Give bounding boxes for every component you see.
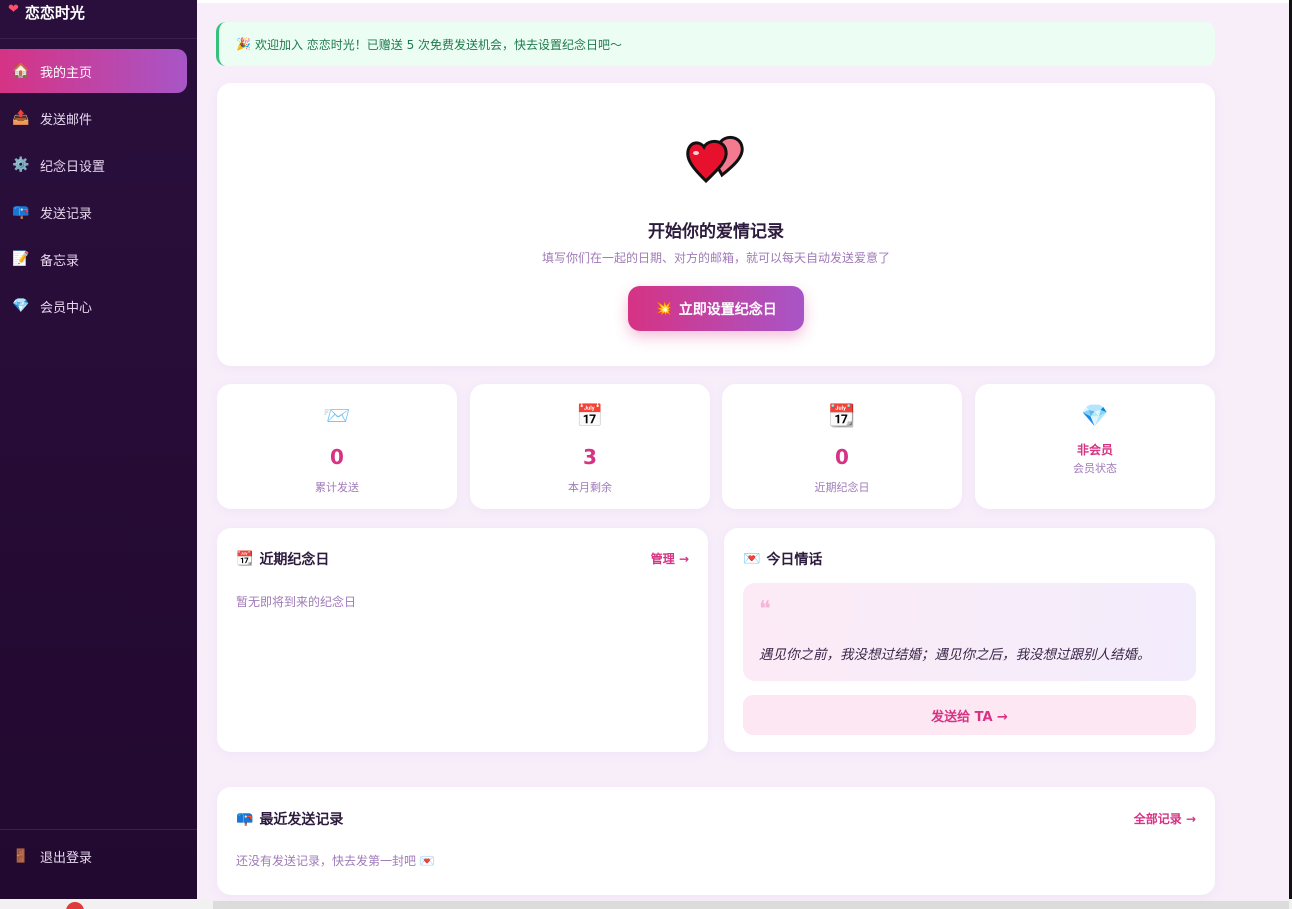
calendar-icon: 📆 [236, 551, 254, 567]
heart-icon: ❤ [8, 2, 19, 17]
sidebar-item-label: 我的主页 [40, 65, 93, 81]
top-edge [197, 0, 1289, 3]
sidebar-item-send-mail[interactable]: 📤 发送邮件 [0, 96, 187, 140]
spiral-calendar-icon: 📆 [828, 404, 856, 429]
sidebar-item-anniversary-settings[interactable]: ⚙️ 纪念日设置 [0, 143, 187, 187]
sidebar-nav: 🏠 我的主页 📤 发送邮件 ⚙️ 纪念日设置 📪 发送记录 📝 备忘录 💎 会员… [0, 39, 197, 328]
sidebar-item-label: 发送记录 [40, 206, 93, 222]
stat-label: 会员状态 [1073, 462, 1117, 475]
sidebar: ❤ 恋恋时光 🏠 我的主页 📤 发送邮件 ⚙️ 纪念日设置 📪 发送记录 📝 备… [0, 0, 197, 899]
stat-membership: 💎 非会员 会员状态 [975, 384, 1215, 509]
today-love-words-panel: 💌 今日情话 ❝ 遇见你之前，我没想过结婚；遇见你之后，我没想过跟别人结婚。 发… [724, 528, 1215, 752]
door-icon: 🚪 [12, 849, 30, 864]
sidebar-item-label: 会员中心 [40, 300, 93, 316]
outbox-icon: 📤 [12, 110, 30, 126]
logout-label: 退出登录 [40, 851, 93, 866]
setup-anniversary-button[interactable]: 💥 立即设置纪念日 [628, 286, 804, 331]
empty-message: 暂无即将到来的纪念日 [236, 595, 357, 609]
sidebar-item-membership[interactable]: 💎 会员中心 [0, 284, 187, 328]
stat-total-sent: 📨 0 累计发送 [217, 384, 457, 509]
horizontal-scrollbar[interactable] [0, 899, 1292, 909]
empty-message: 还没有发送记录，快去发第一封吧 💌 [236, 852, 435, 869]
sidebar-item-label: 发送邮件 [40, 112, 93, 128]
panel-title-text: 最近发送记录 [259, 812, 344, 828]
stat-label: 累计发送 [315, 481, 359, 494]
stat-label: 近期纪念日 [814, 481, 870, 494]
panel-title-text: 今日情话 [766, 552, 823, 568]
diamond-icon: 💎 [12, 298, 30, 314]
membership-status: 非会员 [1076, 443, 1113, 457]
stat-month-remaining: 📅 3 本月剩余 [470, 384, 710, 509]
panel-title: 💌 今日情话 [743, 549, 822, 569]
memo-icon: 📝 [12, 251, 30, 267]
sidebar-item-label: 纪念日设置 [40, 159, 106, 175]
upcoming-anniversaries-panel: 📆 近期纪念日 管理 → 暂无即将到来的纪念日 [217, 528, 708, 752]
quote-mark-icon: ❝ [759, 597, 771, 622]
hero-card: 开始你的爱情记录 填写你们在一起的日期、对方的邮箱，就可以每天自动发送爱意了 💥… [217, 83, 1215, 366]
quote-box: ❝ 遇见你之前，我没想过结婚；遇见你之后，我没想过跟别人结婚。 [743, 583, 1196, 681]
stat-label: 本月剩余 [568, 481, 612, 494]
sidebar-item-label: 备忘录 [40, 253, 80, 269]
mailbox-icon: 📪 [236, 811, 254, 827]
stat-value: 0 [330, 445, 344, 469]
empty-text: 还没有发送记录，快去发第一封吧 [236, 854, 417, 868]
two-hearts-icon [217, 133, 1215, 189]
welcome-alert: 🎉 欢迎加入 恋恋时光！已赠送 5 次免费发送机会，快去设置纪念日吧～ [216, 22, 1215, 66]
taskbar-icon [66, 902, 84, 909]
stat-upcoming-anniversaries: 📆 0 近期纪念日 [722, 384, 962, 509]
sidebar-item-home[interactable]: 🏠 我的主页 [0, 49, 187, 93]
brand-name: 恋恋时光 [24, 4, 85, 22]
stat-value: 3 [583, 445, 597, 469]
scrollbar-thumb[interactable] [213, 901, 1289, 909]
manage-link[interactable]: 管理 → [651, 550, 689, 567]
party-icon: 🎉 [236, 37, 251, 51]
sidebar-item-memo[interactable]: 📝 备忘录 [0, 237, 187, 281]
love-letter-icon: 💌 [743, 551, 761, 567]
alert-text: 欢迎加入 恋恋时光！已赠送 5 次免费发送机会，快去设置纪念日吧～ [254, 37, 623, 52]
sidebar-item-send-records[interactable]: 📪 发送记录 [0, 190, 187, 234]
panel-title: 📪 最近发送记录 [236, 809, 343, 829]
sparkle-icon: 💥 [655, 300, 673, 317]
all-records-link[interactable]: 全部记录 → [1134, 810, 1196, 827]
mailbox-icon: 📪 [12, 204, 30, 220]
envelope-icon: 📨 [323, 404, 351, 429]
hero-subtitle: 填写你们在一起的日期、对方的邮箱，就可以每天自动发送爱意了 [541, 251, 890, 265]
brand[interactable]: ❤ 恋恋时光 [0, 0, 197, 39]
calendar-icon: 📅 [576, 404, 604, 429]
gear-icon: ⚙️ [12, 157, 30, 173]
panel-title-text: 近期纪念日 [259, 552, 330, 568]
recent-records-panel: 📪 最近发送记录 全部记录 → 还没有发送记录，快去发第一封吧 💌 [217, 787, 1215, 895]
hero-title: 开始你的爱情记录 [648, 222, 784, 242]
love-letter-icon: 💌 [419, 854, 435, 868]
logout-button[interactable]: 🚪 退出登录 [0, 829, 197, 883]
home-icon: 🏠 [12, 63, 30, 79]
send-to-ta-button[interactable]: 发送给 TA → [743, 695, 1196, 735]
stat-value: 0 [835, 445, 849, 469]
panel-title: 📆 近期纪念日 [236, 549, 329, 569]
cta-label: 立即设置纪念日 [678, 301, 777, 318]
quote-text: 遇见你之前，我没想过结婚；遇见你之后，我没想过跟别人结婚。 [759, 647, 1151, 663]
diamond-icon: 💎 [1081, 404, 1109, 429]
